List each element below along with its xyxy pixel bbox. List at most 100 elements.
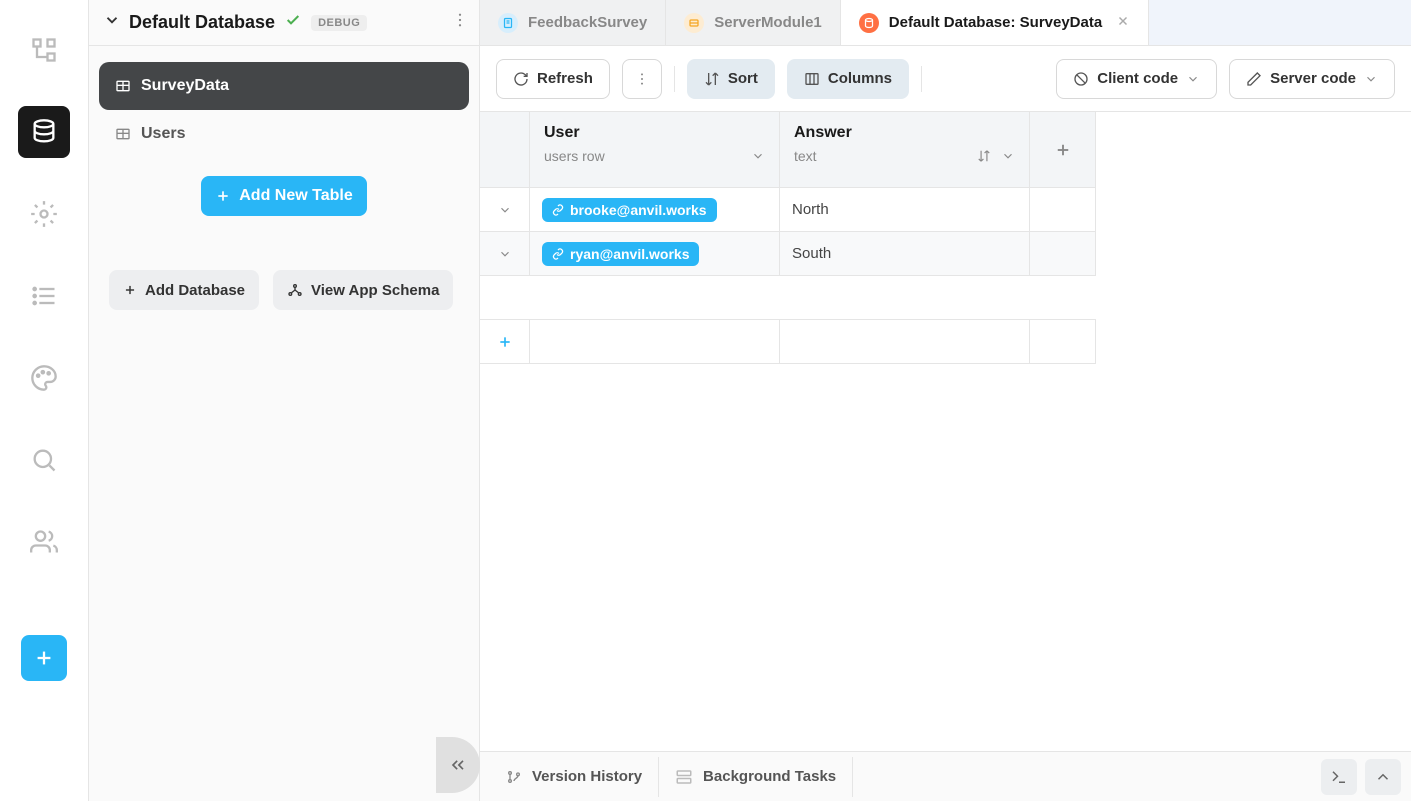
- view-app-schema-button[interactable]: View App Schema: [273, 270, 453, 310]
- toolbar: Refresh Sort Columns Client code Server …: [480, 46, 1411, 112]
- sidebar-title: Default Database: [129, 12, 275, 33]
- table-item-label: Users: [141, 125, 185, 143]
- add-row-button[interactable]: [480, 320, 530, 364]
- expand-panel-button[interactable]: [1365, 759, 1401, 795]
- chevron-up-icon: [1374, 768, 1392, 786]
- nav-database[interactable]: [18, 106, 70, 158]
- columns-button[interactable]: Columns: [787, 59, 909, 99]
- chevron-down-icon: [1364, 72, 1378, 86]
- chevron-down-icon: [498, 203, 512, 217]
- link-pill[interactable]: ryan@anvil.works: [542, 242, 699, 266]
- sidebar-more-button[interactable]: [451, 11, 469, 34]
- columns-icon: [804, 71, 820, 87]
- version-history-button[interactable]: Version History: [490, 757, 659, 797]
- form-icon: [502, 17, 514, 29]
- tasks-icon: [675, 768, 693, 786]
- sort-button[interactable]: Sort: [687, 59, 775, 99]
- table-corner: [480, 112, 530, 188]
- nav-add[interactable]: [21, 635, 67, 681]
- cell-user[interactable]: ryan@anvil.works: [530, 232, 780, 276]
- more-vertical-icon: [451, 11, 469, 29]
- cell-answer[interactable]: North: [780, 188, 1030, 232]
- plus-icon: [215, 188, 231, 204]
- table-icon: [115, 126, 131, 142]
- cell-empty: [1030, 232, 1096, 276]
- tab-close-button[interactable]: [1116, 14, 1130, 32]
- forbidden-icon: [1073, 71, 1089, 87]
- column-header-user[interactable]: User users row: [530, 112, 780, 188]
- more-vertical-icon: [634, 71, 650, 87]
- database-icon: [863, 17, 875, 29]
- table-icon: [115, 78, 131, 94]
- list-icon: [30, 282, 58, 310]
- tab-feedbacksurvey[interactable]: FeedbackSurvey: [480, 0, 666, 45]
- tab-servermodule1[interactable]: ServerModule1: [666, 0, 841, 45]
- tab-bar: FeedbackSurvey ServerModule1 Default Dat…: [480, 0, 1411, 46]
- plus-icon: [123, 283, 137, 297]
- add-new-table-button[interactable]: Add New Table: [201, 176, 367, 216]
- bottom-bar: Version History Background Tasks: [480, 751, 1411, 801]
- table-item-label: SurveyData: [141, 77, 229, 95]
- chevron-down-icon: [1186, 72, 1200, 86]
- close-icon: [1116, 14, 1130, 28]
- users-icon: [30, 528, 58, 556]
- refresh-icon: [513, 71, 529, 87]
- cell-empty: [1030, 320, 1096, 364]
- nav-list[interactable]: [18, 270, 70, 322]
- cell-user[interactable]: brooke@anvil.works: [530, 188, 780, 232]
- debug-badge: DEBUG: [311, 15, 367, 31]
- row-expand-button[interactable]: [480, 232, 530, 276]
- console-button[interactable]: [1321, 759, 1357, 795]
- search-icon: [30, 446, 58, 474]
- branch-icon: [506, 769, 522, 785]
- nav-users[interactable]: [18, 516, 70, 568]
- background-tasks-button[interactable]: Background Tasks: [659, 757, 853, 797]
- chevron-down-icon[interactable]: [1001, 149, 1015, 163]
- schema-icon: [287, 282, 303, 298]
- column-header-answer[interactable]: Answer text: [780, 112, 1030, 188]
- table-item-users[interactable]: Users: [99, 110, 469, 158]
- server-code-button[interactable]: Server code: [1229, 59, 1395, 99]
- tree-icon: [30, 36, 58, 64]
- chevron-down-icon[interactable]: [751, 149, 765, 163]
- nav-search[interactable]: [18, 434, 70, 486]
- data-table: User users row Answer text: [480, 112, 1411, 364]
- plus-icon: [497, 334, 513, 350]
- cell-answer[interactable]: South: [780, 232, 1030, 276]
- terminal-icon: [1330, 768, 1348, 786]
- gear-icon: [30, 200, 58, 228]
- chevrons-left-icon: [448, 755, 468, 775]
- refresh-button[interactable]: Refresh: [496, 59, 610, 99]
- tab-default-database-surveydata[interactable]: Default Database: SurveyData: [841, 0, 1149, 45]
- chevron-down-icon: [498, 247, 512, 261]
- link-icon: [552, 204, 564, 216]
- plus-icon: [1054, 141, 1072, 159]
- plus-icon: [33, 647, 55, 669]
- sidebar-collapse-chevron[interactable]: [103, 11, 121, 34]
- add-database-button[interactable]: Add Database: [109, 270, 259, 310]
- cell-empty[interactable]: [530, 320, 780, 364]
- sort-icon: [704, 71, 720, 87]
- nav-settings[interactable]: [18, 188, 70, 240]
- toolbar-more-button[interactable]: [622, 59, 662, 99]
- table-item-surveydata[interactable]: SurveyData: [99, 62, 469, 110]
- add-column-button[interactable]: [1030, 112, 1096, 188]
- client-code-button[interactable]: Client code: [1056, 59, 1217, 99]
- sync-ok-icon: [285, 12, 301, 33]
- cell-empty[interactable]: [780, 320, 1030, 364]
- sidebar-header: Default Database DEBUG: [89, 0, 479, 46]
- link-icon: [552, 248, 564, 260]
- add-table-label: Add New Table: [239, 187, 353, 205]
- sort-icon[interactable]: [977, 149, 991, 163]
- nav-theme[interactable]: [18, 352, 70, 404]
- database-icon: [30, 118, 58, 146]
- tab-bar-empty: [1149, 0, 1411, 45]
- nav-tree[interactable]: [18, 24, 70, 76]
- link-pill[interactable]: brooke@anvil.works: [542, 198, 717, 222]
- chevron-down-icon: [103, 11, 121, 29]
- row-expand-button[interactable]: [480, 188, 530, 232]
- module-icon: [688, 17, 700, 29]
- palette-icon: [30, 364, 58, 392]
- pencil-icon: [1246, 71, 1262, 87]
- cell-empty: [1030, 188, 1096, 232]
